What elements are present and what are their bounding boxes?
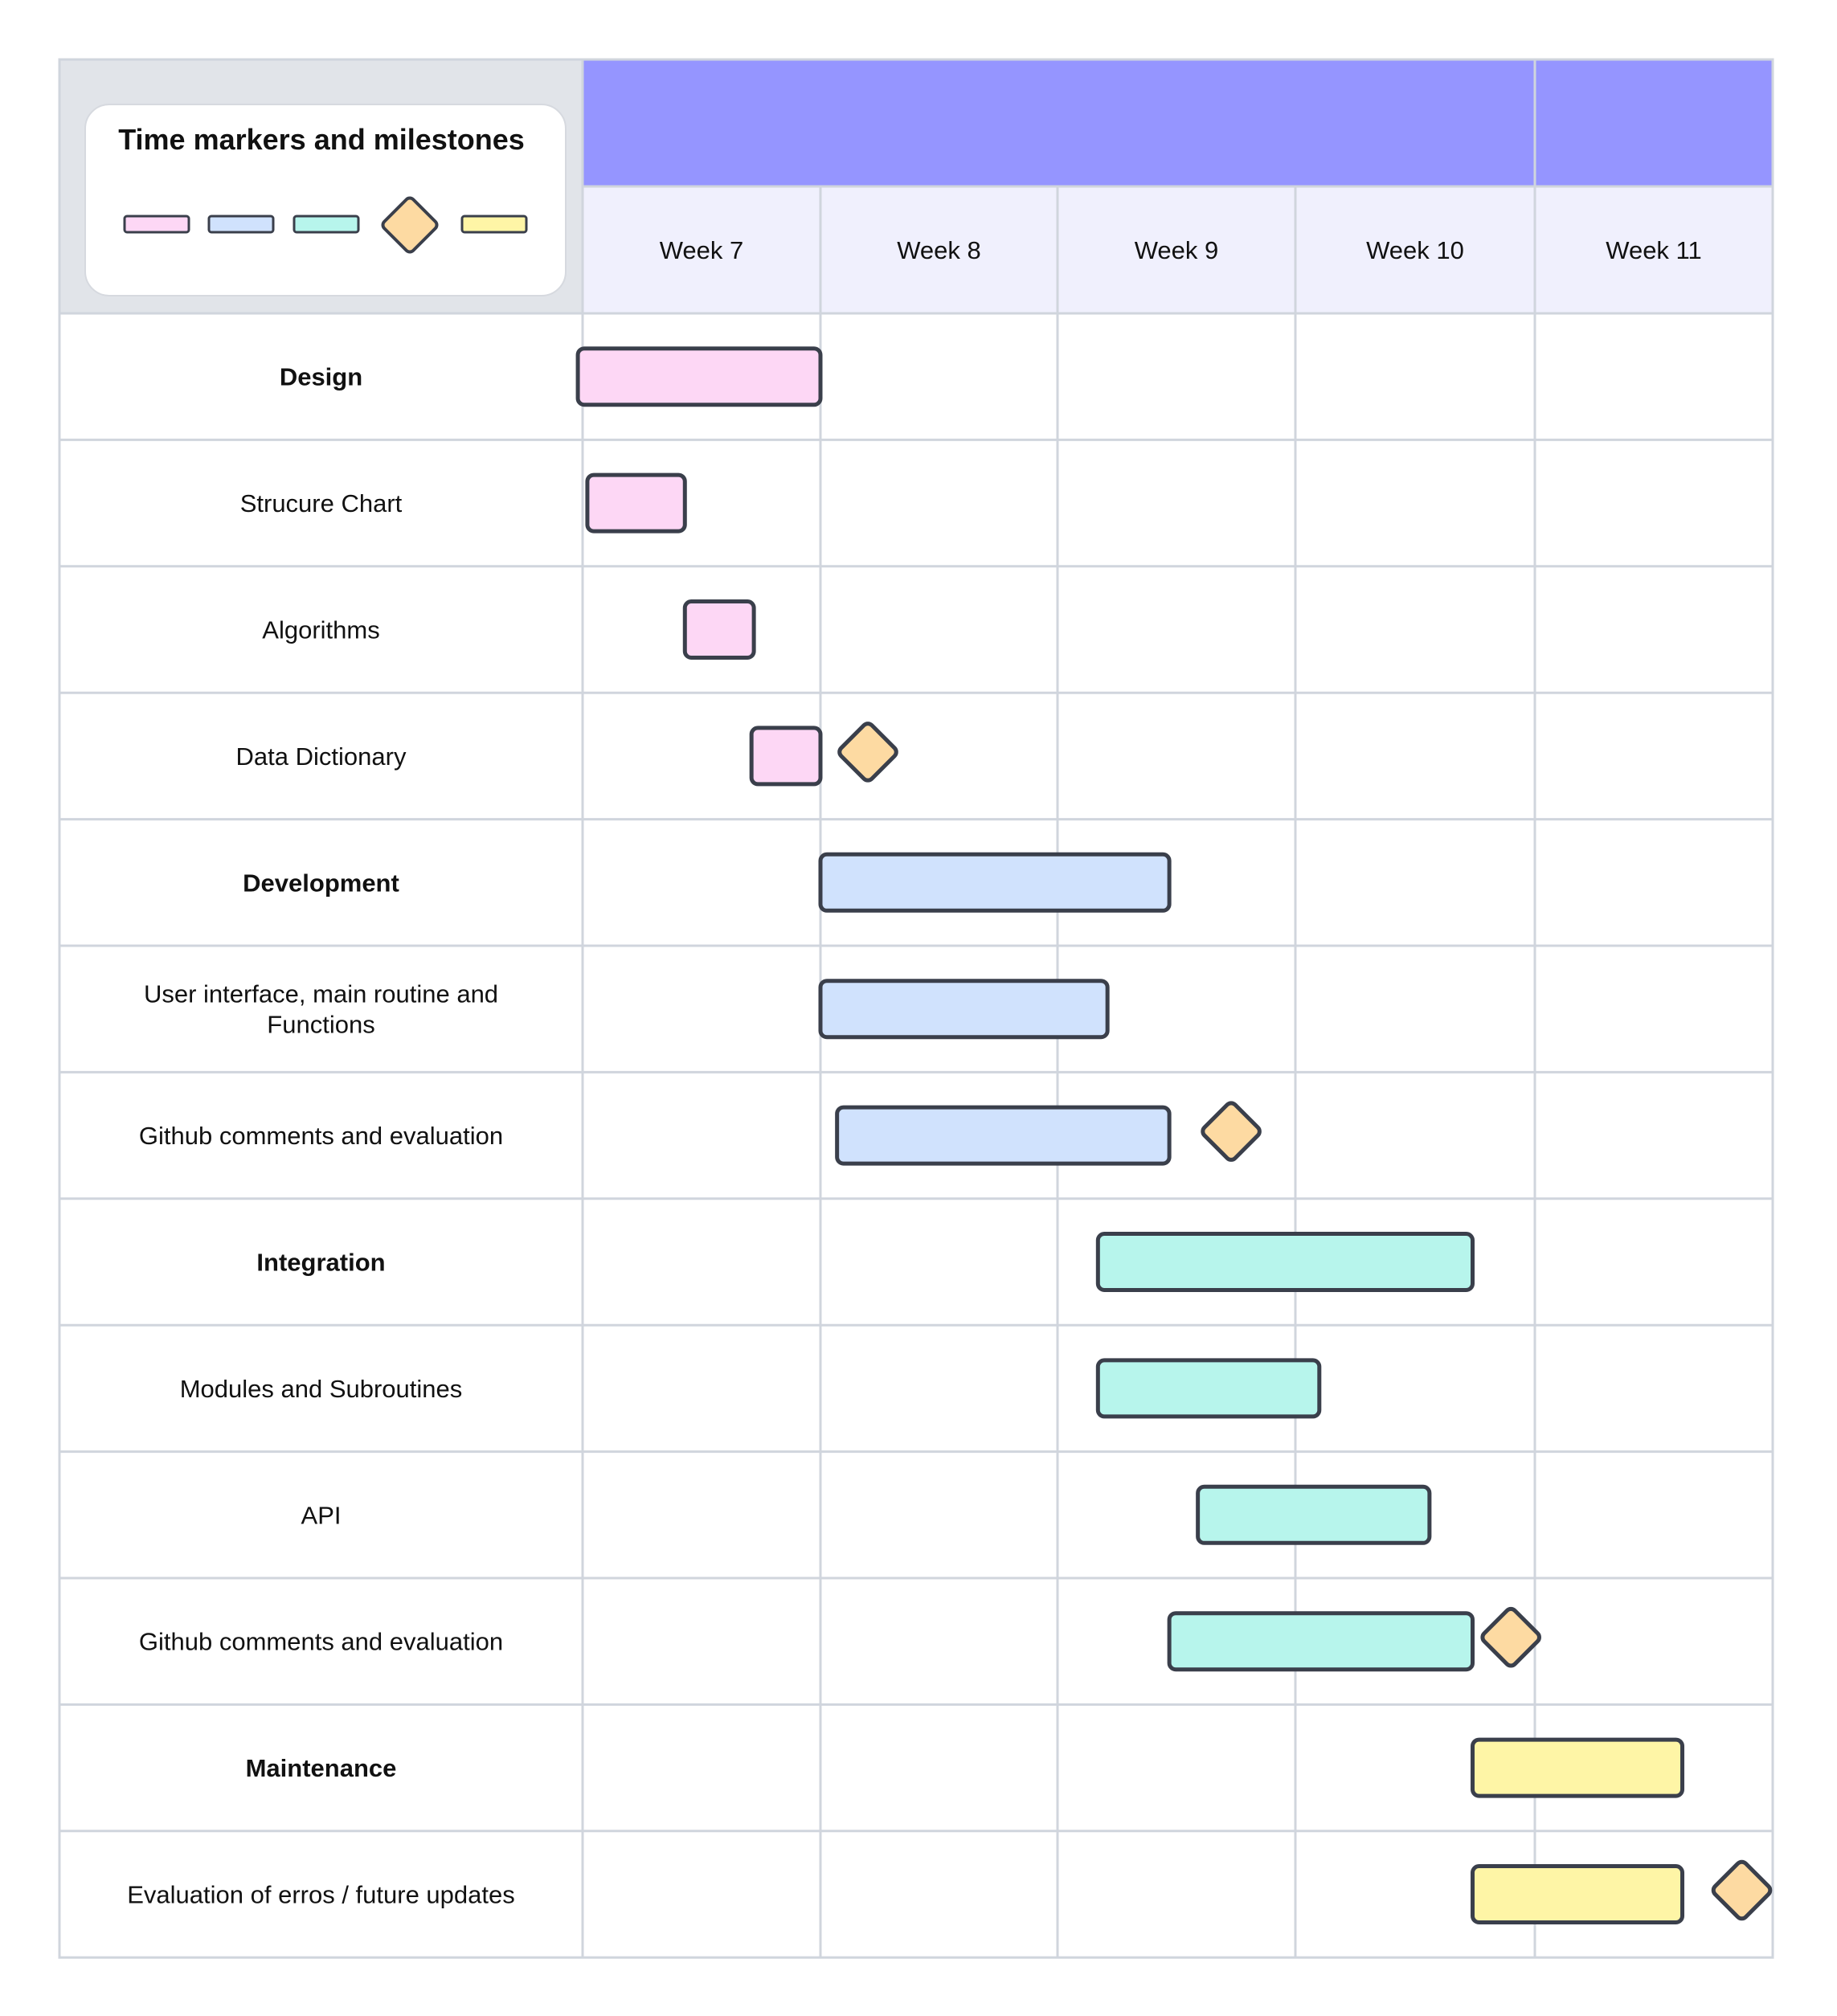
task-bar-algorithms <box>682 599 756 660</box>
task-bar-design <box>575 346 823 407</box>
task-label-integration: Integration <box>256 1249 385 1277</box>
task-bar-github-comments-and-evaluation <box>835 1105 1172 1166</box>
task-label-algorithms: Algorithms <box>262 616 379 644</box>
task-bar-integration <box>1095 1232 1475 1292</box>
legend-swatch-5 <box>460 215 528 234</box>
task-label-github-comments-and-evaluation: Github comments and evaluation <box>139 1628 503 1656</box>
task-bar-strucure-chart <box>585 472 687 534</box>
legend-swatch-1 <box>123 215 190 234</box>
task-bar-data-dictionary <box>749 726 823 787</box>
task-label-modules-and-subroutines: Modules and Subroutines <box>180 1375 463 1403</box>
header-band <box>583 59 1773 186</box>
task-label-api: API <box>301 1501 342 1529</box>
week-label-week-11: Week 11 <box>1606 236 1701 264</box>
task-label-strucure-chart: Strucure Chart <box>240 489 403 517</box>
task-label-design: Design <box>280 363 362 391</box>
legend-swatch-2 <box>207 215 275 234</box>
task-label-evaluation-of-erros-future-updates: Evaluation of erros / future updates <box>127 1881 515 1909</box>
week-label-week-10: Week 10 <box>1366 236 1464 264</box>
milestone-evaluation-of-erros-future-updates <box>1711 1859 1773 1921</box>
week-label-week-9: Week 9 <box>1135 236 1219 264</box>
gantt-chart: Time markers and milestones Week 7 Week 8… <box>58 58 1774 1959</box>
task-label-development: Development <box>243 869 399 897</box>
task-bar-user-interface-main-routine-and-functions <box>818 979 1110 1040</box>
task-label-data-dictionary: Data Dictionary <box>236 742 407 771</box>
milestone-github-comments-and-evaluation <box>1201 1101 1262 1162</box>
task-bar-evaluation-of-erros-future-updates <box>1471 1864 1685 1924</box>
task-bars <box>575 346 1773 1924</box>
task-label-maintenance: Maintenance <box>246 1754 397 1782</box>
legend-swatch-3 <box>293 215 360 234</box>
week-label-week-8: Week 8 <box>897 236 981 264</box>
task-bar-modules-and-subroutines <box>1095 1358 1322 1419</box>
task-label-github-comments-and-evaluation: Github comments and evaluation <box>139 1122 503 1150</box>
task-labels: Design Strucure Chart Algorithms Data Dicti… <box>127 363 515 1909</box>
legend-title: Time markers and milestones <box>118 123 525 156</box>
milestone-data-dictionary <box>837 722 898 783</box>
milestone-github-comments-and-evaluation <box>1480 1606 1541 1668</box>
task-bar-development <box>818 852 1172 913</box>
week-label-week-7: Week 7 <box>660 236 744 264</box>
legend: Time markers and milestones <box>84 104 567 296</box>
task-bar-api <box>1196 1484 1432 1545</box>
task-label-user-interface-main-routine-and-functions: User interface, main routine and Function… <box>144 980 498 1039</box>
task-bar-maintenance <box>1471 1737 1685 1798</box>
task-bar-github-comments-and-evaluation <box>1167 1611 1475 1672</box>
